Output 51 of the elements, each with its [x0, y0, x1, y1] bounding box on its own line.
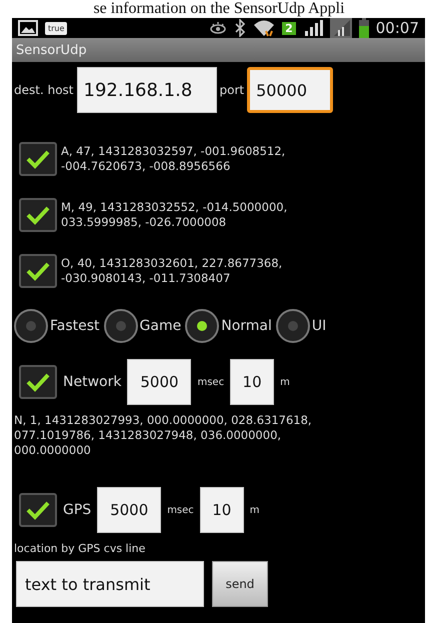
checkmark-icon	[25, 500, 51, 520]
radio-label[interactable]: Normal	[221, 318, 272, 334]
checkbox[interactable]	[19, 493, 57, 527]
checkbox[interactable]	[19, 365, 57, 399]
eye-icon	[209, 21, 228, 35]
image-icon	[18, 20, 38, 36]
unit-label: m	[250, 504, 260, 516]
location-reading: location by GPS cvs line	[14, 541, 146, 556]
bluetooth-icon	[234, 19, 246, 37]
checkbox[interactable]	[19, 254, 57, 288]
battery-icon	[358, 18, 369, 38]
checkmark-icon	[25, 261, 51, 281]
radio-button[interactable]	[14, 309, 48, 343]
distance-field[interactable]: 10	[230, 359, 274, 405]
sim-badge: 2	[282, 22, 296, 34]
app-title: SensorUdp	[16, 42, 87, 58]
signal-icon	[330, 18, 352, 38]
unit-label: msec	[197, 376, 224, 388]
port-label: port	[220, 83, 244, 97]
radio-button[interactable]	[276, 309, 310, 343]
interval-field[interactable]: 5000	[127, 359, 192, 405]
signal-icon	[302, 20, 323, 36]
unit-label: m	[280, 376, 290, 388]
checkmark-icon	[25, 372, 51, 392]
checkbox[interactable]	[19, 142, 57, 176]
caption-text: se information on the SensorUdp Appli	[92, 0, 346, 18]
radio-label[interactable]: Fastest	[50, 318, 100, 334]
radio-label[interactable]: Game	[140, 318, 182, 334]
checkbox[interactable]	[19, 198, 57, 232]
radio-button[interactable]	[185, 309, 220, 343]
checkmark-icon	[25, 149, 51, 169]
send-button[interactable]: send	[212, 561, 268, 607]
host-label: dest. host	[14, 83, 74, 97]
port-field[interactable]: 50000	[247, 67, 334, 113]
message-field[interactable]: text to transmit	[16, 561, 204, 607]
interval-field[interactable]: 5000	[97, 487, 162, 533]
sensor-reading: O, 40, 1431283032601, 227.8677368, -030.9080143, -011.7308407	[61, 256, 284, 286]
location-reading: N, 1, 1431283027993, 000.0000000, 028.6317618, 077.1019786, 1431283027948, 036.0000000, 000.0000000	[14, 412, 313, 459]
option-label: GPS	[63, 502, 92, 518]
sensor-reading: M, 49, 1431283032552, -014.5000000, 033.5999985, -026.7000008	[61, 200, 288, 230]
sensor-reading: A, 47, 1431283032597, -001.9608512, -004.7620673, -008.8956566	[61, 144, 286, 174]
distance-field[interactable]: 10	[200, 487, 244, 533]
unit-label: msec	[167, 504, 194, 516]
wifi-icon	[253, 19, 276, 37]
radio-label[interactable]: UI	[312, 318, 326, 334]
checkmark-icon	[25, 205, 51, 225]
notification-badge: true	[45, 22, 68, 34]
radio-button[interactable]	[104, 309, 138, 343]
option-label: Network	[63, 374, 122, 390]
clock-text: 00:07	[376, 19, 419, 37]
host-field[interactable]: 192.168.1.8	[76, 67, 216, 113]
